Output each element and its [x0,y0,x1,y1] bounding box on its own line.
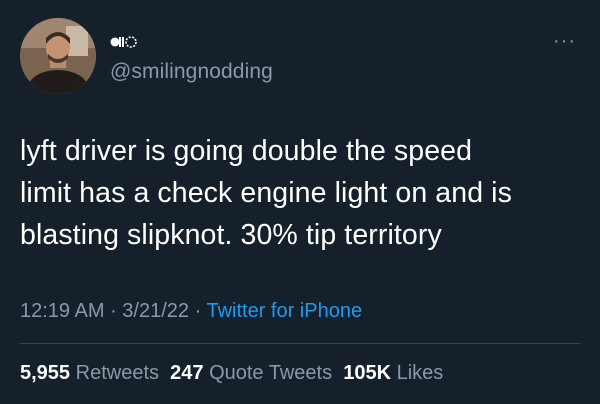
likes-label: Likes [396,362,444,384]
meta-separator: · [189,300,207,322]
user-handle[interactable]: @smilingnodding [110,60,273,84]
emoji-glyph-name-icon [110,36,137,48]
quote-tweets-label: Quote Tweets [209,362,333,384]
tweet-text-line: lyft driver is going double the speed [20,135,473,167]
tweet-text: lyft driver is going double the speed li… [20,130,585,256]
tweet-meta: 12:19 AM · 3/21/22 · Twitter for iPhone [20,300,362,323]
tweet-stats: 5,955 Retweets 247 Quote Tweets 105K Lik… [20,362,443,385]
divider [20,343,580,344]
retweets-count: 5,955 [20,362,71,384]
tweet-date[interactable]: 3/21/22 [122,300,189,322]
avatar[interactable] [20,18,96,94]
likes-count: 105K [343,362,392,384]
retweets-label: Retweets [75,362,159,384]
likes-stat[interactable]: 105K Likes [343,362,443,384]
quote-tweets-count: 247 [170,362,204,384]
tweet-source-link[interactable]: Twitter for iPhone [206,300,362,322]
quote-tweets-stat[interactable]: 247 Quote Tweets [170,362,332,384]
more-options-icon[interactable]: ··· [553,31,576,51]
tweet-text-line: blasting slipknot. 30% tip territory [20,219,442,251]
tweet-time[interactable]: 12:19 AM [20,300,105,322]
display-name[interactable] [110,30,138,54]
meta-separator: · [104,300,123,322]
tweet-card: @smilingnodding ··· lyft driver is going… [0,0,600,404]
tweet-text-line: limit has a check engine light on and is [20,177,512,209]
retweets-stat[interactable]: 5,955 Retweets [20,362,159,384]
